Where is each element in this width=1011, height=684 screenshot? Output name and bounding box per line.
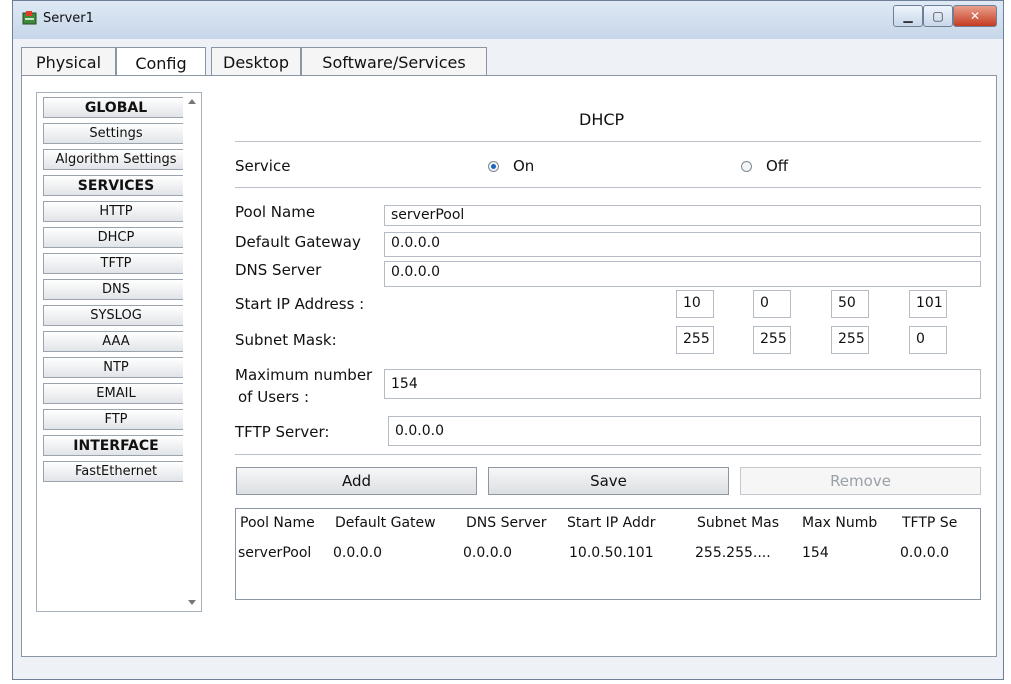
max-users-label-line-1: Maximum number: [235, 366, 373, 384]
scroll-up-arrow-icon[interactable]: [188, 99, 196, 104]
sidebar-item-fastethernet[interactable]: FastEthernet: [43, 461, 189, 482]
table-cell[interactable]: 10.0.50.101: [569, 545, 689, 561]
table-header[interactable]: DNS Server: [466, 515, 562, 531]
sidebar-item-ftp[interactable]: FTP: [43, 409, 189, 430]
remove-button[interactable]: Remove: [740, 467, 981, 495]
sidebar-item-global[interactable]: GLOBAL: [43, 97, 189, 118]
sidebar-item-email[interactable]: EMAIL: [43, 383, 189, 404]
pool-table: Pool Name Default Gatew DNS Server Start…: [235, 508, 981, 600]
subnet-mask-octet-2[interactable]: 255: [753, 326, 791, 354]
sidebar-item-syslog[interactable]: SYSLOG: [43, 305, 189, 326]
sidebar-item-algorithm-settings[interactable]: Algorithm Settings: [43, 149, 189, 170]
table-cell[interactable]: 255.255....: [695, 545, 795, 561]
maximize-button[interactable]: ▢: [923, 5, 953, 27]
start-ip-label: Start IP Address :: [235, 295, 365, 313]
window-title: Server1: [43, 11, 94, 26]
close-button[interactable]: ✕: [953, 5, 997, 27]
service-on-radio[interactable]: [488, 161, 499, 172]
table-header[interactable]: Max Numb: [802, 515, 894, 531]
table-header[interactable]: Start IP Addr: [567, 515, 687, 531]
max-users-label-line-2: of Users :: [238, 388, 310, 406]
start-ip-octet-1[interactable]: 10: [676, 290, 714, 318]
pool-name-label: Pool Name: [235, 203, 316, 221]
table-header[interactable]: Subnet Mas: [697, 515, 797, 531]
sidebar-scrollbar[interactable]: [183, 93, 201, 611]
subnet-mask-octet-4[interactable]: 0: [909, 326, 947, 354]
service-off-label[interactable]: Off: [766, 157, 788, 175]
service-on-label[interactable]: On: [513, 157, 534, 175]
sidebar-item-tftp[interactable]: TFTP: [43, 253, 189, 274]
divider: [235, 141, 981, 142]
table-cell[interactable]: 154: [802, 545, 894, 561]
scroll-down-arrow-icon[interactable]: [188, 600, 196, 605]
pool-name-input[interactable]: serverPool: [384, 205, 981, 226]
server-app-icon: [22, 11, 37, 25]
default-gateway-input[interactable]: 0.0.0.0: [384, 232, 981, 257]
sidebar-item-dns[interactable]: DNS: [43, 279, 189, 300]
tab-physical[interactable]: Physical: [21, 47, 116, 76]
sidebar-item-dhcp[interactable]: DHCP: [43, 227, 189, 248]
divider: [235, 454, 981, 455]
sidebar-item-interface[interactable]: INTERFACE: [43, 435, 189, 456]
minimize-icon: ▁: [903, 9, 913, 23]
dns-server-input[interactable]: 0.0.0.0: [384, 261, 981, 287]
dns-server-label: DNS Server: [235, 261, 322, 279]
start-ip-octet-2[interactable]: 0: [753, 290, 791, 318]
table-cell[interactable]: 0.0.0.0: [463, 545, 559, 561]
close-icon: ✕: [969, 9, 981, 23]
max-users-input[interactable]: 154: [384, 369, 981, 399]
table-cell[interactable]: serverPool: [238, 545, 332, 561]
tftp-server-input[interactable]: 0.0.0.0: [388, 416, 981, 446]
subnet-mask-label: Subnet Mask:: [235, 331, 337, 349]
subnet-mask-octet-1[interactable]: 255: [676, 326, 714, 354]
start-ip-octet-4[interactable]: 101: [909, 290, 947, 318]
sidebar-item-aaa[interactable]: AAA: [43, 331, 189, 352]
title-bar[interactable]: Server1 ▁ ▢ ✕: [13, 1, 1003, 39]
save-button[interactable]: Save: [488, 467, 729, 495]
table-header[interactable]: Default Gatew: [335, 515, 459, 531]
start-ip-octet-3[interactable]: 50: [831, 290, 869, 318]
table-cell[interactable]: 0.0.0.0: [900, 545, 980, 561]
service-sidebar: GLOBAL Settings Algorithm Settings SERVI…: [36, 92, 202, 612]
subnet-mask-octet-3[interactable]: 255: [831, 326, 869, 354]
minimize-button[interactable]: ▁: [893, 5, 923, 27]
maximize-icon: ▢: [932, 9, 944, 23]
add-button[interactable]: Add: [236, 467, 477, 495]
sidebar-item-ntp[interactable]: NTP: [43, 357, 189, 378]
tab-desktop[interactable]: Desktop: [211, 47, 301, 76]
sidebar-item-services[interactable]: SERVICES: [43, 175, 189, 196]
tab-software-services[interactable]: Software/Services: [301, 47, 487, 76]
service-off-radio[interactable]: [741, 161, 752, 172]
service-label: Service: [235, 157, 291, 175]
table-header[interactable]: TFTP Se: [902, 515, 980, 531]
default-gateway-label: Default Gateway: [235, 233, 361, 251]
tab-config[interactable]: Config: [116, 47, 206, 78]
table-cell[interactable]: 0.0.0.0: [333, 545, 457, 561]
sidebar-item-settings[interactable]: Settings: [43, 123, 189, 144]
table-header[interactable]: Pool Name: [240, 515, 332, 531]
section-heading: DHCP: [579, 110, 625, 129]
sidebar-item-http[interactable]: HTTP: [43, 201, 189, 222]
tftp-server-label: TFTP Server:: [235, 423, 330, 441]
divider: [235, 187, 981, 188]
